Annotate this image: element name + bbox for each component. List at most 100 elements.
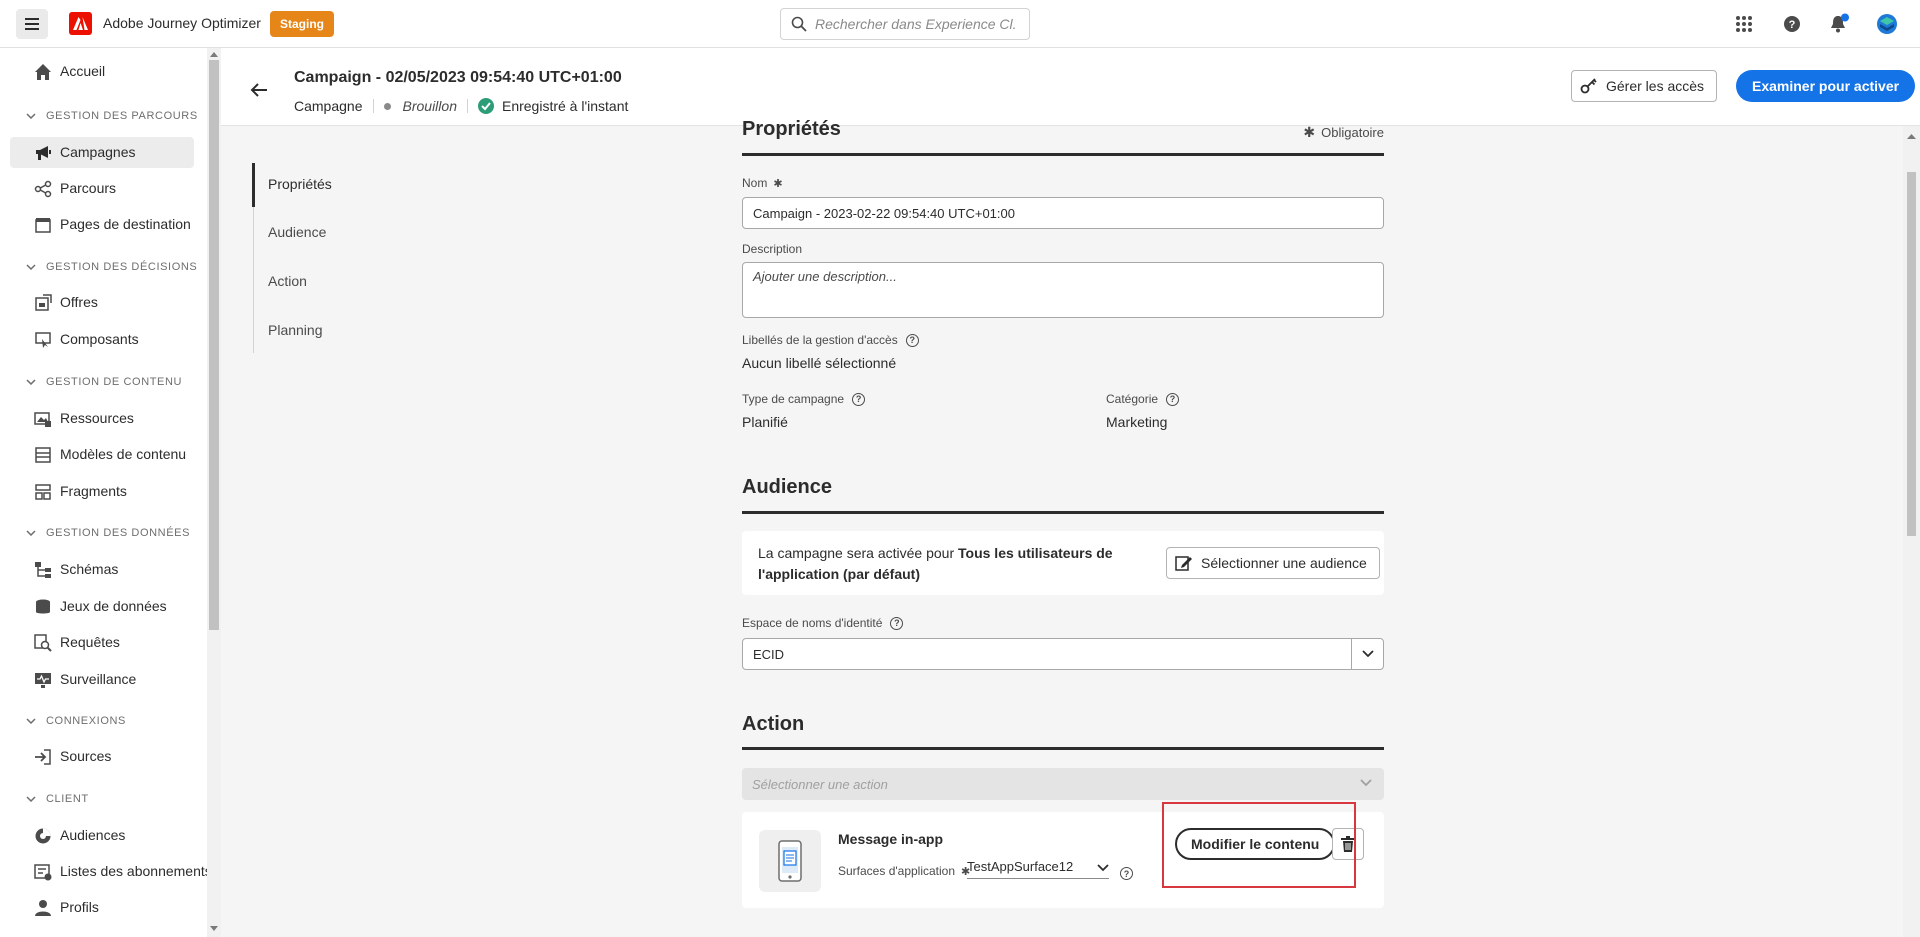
required-label: Obligatoire <box>1321 125 1384 140</box>
sidebar-item-label: Audiences <box>60 827 126 843</box>
audience-card: La campagne sera activée pour Tous les u… <box>742 531 1384 595</box>
highlight-box <box>1162 802 1356 888</box>
section-title-action: Action <box>742 713 805 735</box>
sources-icon <box>35 749 51 765</box>
sidebar-item-label: Requêtes <box>60 634 120 650</box>
sidebar-item-accueil[interactable]: Accueil <box>10 56 194 87</box>
review-to-activate-button[interactable]: Examiner pour activer <box>1736 70 1916 102</box>
asterisk-icon: ✱ <box>773 177 783 190</box>
namespace-combobox[interactable]: ECID <box>742 638 1384 670</box>
namespace-dropdown-button[interactable] <box>1351 639 1383 669</box>
search-input[interactable] <box>815 16 1015 32</box>
sidebar-item-audiences[interactable]: Audiences <box>10 820 194 851</box>
queries-icon <box>34 634 52 652</box>
app-switcher-icon[interactable] <box>1733 13 1755 35</box>
help-icon[interactable]: ? <box>852 392 866 406</box>
select-action-dropdown[interactable]: Sélectionner une action <box>742 768 1384 800</box>
back-arrow-icon[interactable] <box>247 78 271 102</box>
nav-planning[interactable]: Planning <box>268 322 323 338</box>
select-audience-button[interactable]: Sélectionner une audience <box>1166 547 1380 579</box>
schemas-icon <box>35 562 51 578</box>
sidebar-section-label: GESTION DES DONNÉES <box>46 527 191 539</box>
nav-audience[interactable]: Audience <box>268 224 326 240</box>
megaphone-icon <box>36 146 51 160</box>
key-icon <box>1580 78 1597 94</box>
app-surface-select[interactable]: TestAppSurface12 <box>967 855 1109 879</box>
sidebar-item-label: Campagnes <box>60 144 136 160</box>
asterisk-icon: ✱ <box>1303 124 1316 140</box>
scroll-down-icon[interactable] <box>210 926 218 931</box>
status-badge: Brouillon <box>402 98 457 114</box>
user-avatar-icon[interactable] <box>1876 13 1898 35</box>
description-label: Description <box>742 242 803 256</box>
main-scrollbar-thumb[interactable] <box>1907 172 1916 536</box>
sidebar-item-modeles-de-contenu[interactable]: Modèles de contenu <box>10 439 194 470</box>
app-title: Adobe Journey Optimizer <box>103 15 261 31</box>
sidebar-item-label: Offres <box>60 294 98 310</box>
active-indicator <box>252 163 255 207</box>
sidebar-section-data[interactable]: GESTION DES DONNÉES <box>26 523 190 543</box>
sidebar-item-pages-de-destination[interactable]: Pages de destination <box>10 209 194 240</box>
divider <box>466 99 468 113</box>
sidebar-item-parcours[interactable]: Parcours <box>10 173 194 204</box>
edit-icon <box>1175 556 1192 571</box>
scroll-up-icon[interactable] <box>210 52 218 57</box>
surface-label: Surfaces d'application ✱ <box>838 864 970 878</box>
help-icon[interactable]: ? <box>890 616 904 630</box>
section-title-properties: Propriétés <box>742 118 841 140</box>
sidebar-section-content[interactable]: GESTION DE CONTENU <box>26 372 182 392</box>
notifications-icon[interactable] <box>1828 13 1850 35</box>
sidebar-section-journeys[interactable]: GESTION DES PARCOURS <box>26 106 198 126</box>
sidebar-item-sources[interactable]: Sources <box>10 741 194 772</box>
help-icon[interactable]: ? <box>905 333 919 347</box>
section-nav: Propriétés Audience Action Planning <box>252 163 373 353</box>
sidebar-item-schemas[interactable]: Schémas <box>10 554 194 585</box>
status-dot <box>383 102 391 110</box>
home-icon <box>35 64 51 80</box>
description-field[interactable] <box>742 262 1384 318</box>
namespace-text: Espace de noms d'identité <box>742 616 883 630</box>
select-audience-label: Sélectionner une audience <box>1201 555 1367 571</box>
sidebar-section-connections[interactable]: CONNEXIONS <box>26 711 126 731</box>
sidebar-item-jeux-de-donnees[interactable]: Jeux de données <box>10 591 194 622</box>
nav-proprietes[interactable]: Propriétés <box>268 176 332 192</box>
page-title: Campaign - 02/05/2023 09:54:40 UTC+01:00 <box>294 69 622 86</box>
name-field[interactable] <box>742 197 1384 229</box>
manage-access-button[interactable]: Gérer les accès <box>1571 70 1718 102</box>
sidebar-item-fragments[interactable]: Fragments <box>10 476 194 507</box>
environment-badge[interactable]: Staging <box>270 11 334 37</box>
sidebar-section-client[interactable]: CLIENT <box>26 789 89 809</box>
sidebar-scrollbar[interactable] <box>207 48 221 937</box>
campaign-type-value: Planifié <box>742 414 788 430</box>
journey-icon <box>34 180 52 198</box>
nav-action[interactable]: Action <box>268 273 307 289</box>
help-icon[interactable]: ? <box>1120 867 1133 880</box>
sidebar-item-campagnes[interactable]: Campagnes <box>10 137 194 168</box>
scroll-up-icon[interactable] <box>1907 134 1916 139</box>
sidebar-item-requetes[interactable]: Requêtes <box>10 627 194 658</box>
campaign-meta: Campagne Brouillon Enregistré à l'instan… <box>294 98 628 114</box>
category-label: Catégorie ? <box>1106 392 1180 406</box>
main-scrollbar[interactable] <box>1903 126 1920 937</box>
menu-icon[interactable] <box>16 9 48 39</box>
sidebar-item-profils[interactable]: Profils <box>10 892 194 923</box>
sidebar-item-offres[interactable]: Offres <box>10 287 194 318</box>
access-labels-text: Libellés de la gestion d'accès <box>742 333 898 347</box>
sidebar-section-decisions[interactable]: GESTION DES DÉCISIONS <box>26 257 197 277</box>
sidebar-item-listes-des-abonnements[interactable]: Listes des abonnements <box>10 856 207 887</box>
sidebar-scrollbar-thumb[interactable] <box>209 60 219 630</box>
campaign-type-label: Type de campagne ? <box>742 392 866 406</box>
chevron-down-icon <box>1097 864 1109 872</box>
sidebar-item-label: Modèles de contenu <box>60 446 187 462</box>
sidebar-item-surveillance[interactable]: Surveillance <box>10 664 194 695</box>
campaign-form: Propriétés ✱ Obligatoire Nom ✱ Descripti… <box>742 118 1384 937</box>
sidebar-item-ressources[interactable]: Ressources <box>10 403 194 434</box>
sidebar-item-composants[interactable]: Composants <box>10 324 194 355</box>
global-search[interactable] <box>780 8 1030 40</box>
adobe-logo-icon <box>69 12 92 35</box>
help-icon[interactable]: ? <box>1781 13 1803 35</box>
help-icon[interactable]: ? <box>1166 392 1180 406</box>
sidebar: Accueil GESTION DES PARCOURS Campagnes P… <box>0 48 208 937</box>
sidebar-section-label: CONNEXIONS <box>46 715 126 727</box>
section-rule <box>742 153 1384 156</box>
